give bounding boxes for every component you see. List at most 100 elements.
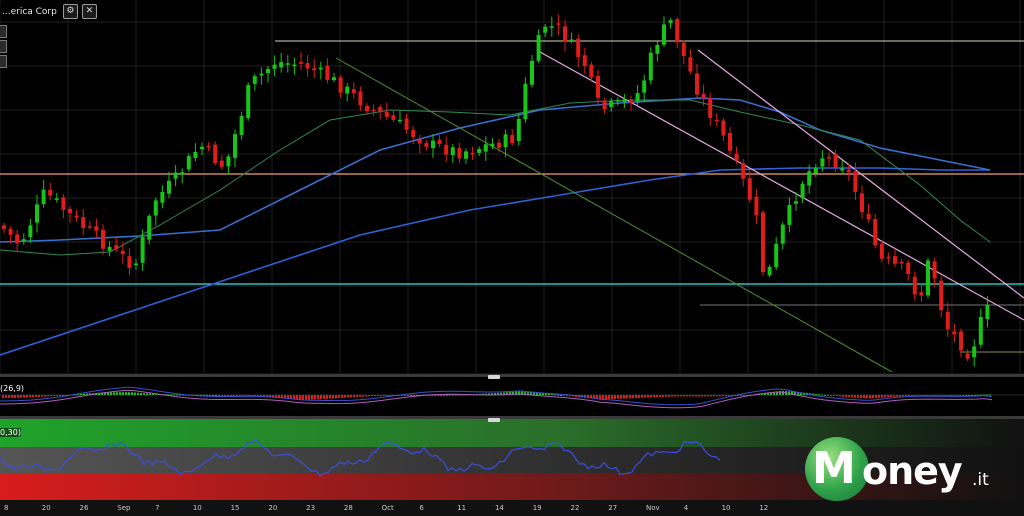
candle-body — [94, 226, 99, 231]
macd-bar — [296, 395, 298, 400]
macd-bar — [872, 395, 874, 399]
panel-divider — [0, 374, 1024, 377]
candle-body — [219, 160, 224, 167]
candle-body — [483, 144, 488, 152]
x-tick-label: 20 — [42, 504, 51, 512]
macd-bar — [728, 395, 730, 397]
candle-body — [358, 91, 363, 106]
candle-body — [424, 143, 429, 147]
macd-bar — [869, 395, 871, 399]
macd-bar — [962, 395, 964, 396]
candle-body — [371, 109, 376, 112]
macd-bar — [338, 395, 340, 399]
candle-body — [609, 101, 614, 108]
candle-body — [259, 73, 264, 76]
candle-body — [470, 152, 475, 155]
close-icon[interactable]: ✕ — [81, 4, 97, 19]
candle-body — [972, 346, 977, 358]
macd-bar — [890, 395, 892, 397]
x-tick-label: 6 — [419, 504, 424, 512]
macd-bar — [899, 395, 901, 397]
candle-body — [860, 193, 864, 213]
side-control-1[interactable] — [0, 25, 7, 38]
macd-bar — [662, 395, 664, 397]
macd-bar — [224, 395, 226, 396]
candle-body — [272, 64, 277, 69]
candle-body — [655, 44, 660, 54]
macd-bar — [335, 395, 337, 399]
x-tick-label: 12 — [759, 504, 768, 512]
chart-toolbar: ...erica Corp ⚙ ✕ — [0, 4, 97, 19]
macd-bar — [908, 395, 910, 396]
candle-body — [556, 23, 561, 25]
x-tick-label: 10 — [193, 504, 202, 512]
macd-bar — [602, 395, 604, 400]
macd-bar — [383, 395, 385, 396]
macd-bar — [14, 395, 16, 398]
x-tick-label: Nov — [646, 504, 660, 512]
candle-body — [279, 62, 284, 68]
macd-bar — [140, 392, 142, 395]
candle-body — [391, 115, 396, 120]
candle-body — [714, 119, 719, 122]
candle-body — [114, 245, 119, 250]
side-control-2[interactable] — [0, 40, 7, 53]
candle-body — [74, 215, 79, 218]
macd-bar — [560, 395, 562, 396]
candle-body — [708, 98, 713, 118]
macd-bar — [20, 395, 22, 398]
candle-body — [648, 52, 653, 81]
macd-bar — [608, 395, 610, 400]
macd-bar — [215, 395, 217, 396]
macd-bar — [839, 395, 841, 397]
macd-bar — [686, 395, 688, 397]
macd-bar — [41, 395, 43, 397]
gear-icon[interactable]: ⚙ — [62, 4, 78, 19]
macd-bar — [128, 392, 130, 395]
side-control-3[interactable] — [0, 55, 7, 68]
macd-bar — [137, 392, 139, 395]
candle-body — [965, 353, 970, 359]
panel-resize-handle[interactable] — [488, 375, 500, 379]
candle-body — [160, 191, 165, 203]
candle-body — [919, 292, 924, 296]
candle-body — [622, 99, 627, 103]
macd-bar — [176, 394, 178, 396]
macd-bar — [113, 392, 115, 395]
x-tick-label: 20 — [268, 504, 277, 512]
macd-bar — [836, 395, 838, 397]
macd-bar — [380, 395, 382, 396]
candle-body — [794, 201, 798, 204]
logo-text: oney — [862, 449, 963, 493]
x-tick-label: Sep — [117, 504, 131, 512]
macd-bar — [326, 395, 328, 399]
candle-body — [404, 118, 409, 130]
candle-body — [761, 212, 765, 273]
macd-bar — [821, 394, 823, 396]
macd-bar — [632, 395, 634, 399]
macd-bar — [221, 395, 223, 396]
candle-body — [774, 243, 779, 268]
macd-bar — [668, 395, 670, 397]
candle-body — [384, 111, 389, 117]
macd-bar — [635, 395, 637, 399]
candle-body — [351, 89, 356, 94]
macd-bar — [236, 395, 238, 396]
macd-bar — [740, 395, 742, 396]
candle-body — [985, 304, 990, 320]
macd-bar — [641, 395, 643, 398]
macd-bar — [704, 395, 706, 397]
macd-bar — [680, 395, 682, 397]
candle-body — [728, 133, 732, 151]
macd-bar — [353, 395, 355, 398]
candle-body — [444, 144, 449, 155]
macd-bar — [17, 395, 19, 398]
panel-resize-handle[interactable] — [488, 418, 500, 422]
macd-bar — [305, 395, 307, 400]
candle-body — [978, 316, 983, 345]
candle-body — [325, 65, 330, 80]
macd-bar — [329, 395, 331, 399]
candle-body — [906, 262, 911, 274]
candle-body — [200, 146, 204, 150]
x-tick-label: 14 — [495, 504, 504, 512]
